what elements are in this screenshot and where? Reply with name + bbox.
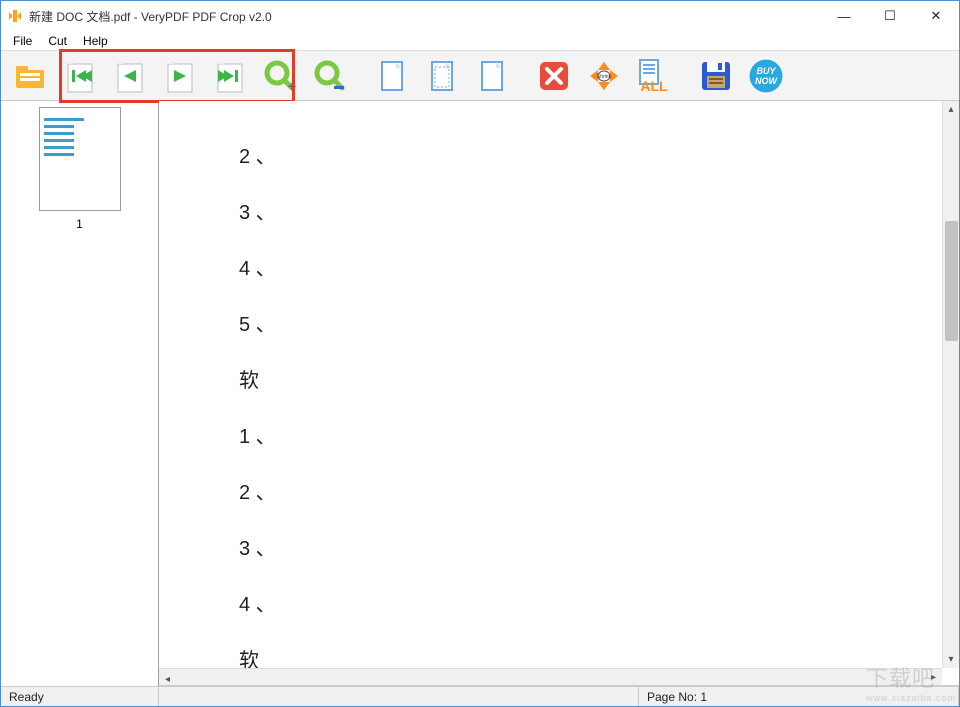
status-page: Page No: 1	[639, 687, 959, 706]
zoom-out-icon	[312, 58, 348, 94]
doc-line: 2 、	[239, 467, 879, 519]
next-page-button[interactable]	[157, 54, 203, 98]
status-spacer	[159, 687, 639, 706]
doc-line: 软	[239, 355, 879, 407]
menu-help[interactable]: Help	[75, 32, 116, 50]
zoom-in-button[interactable]: +	[257, 54, 303, 98]
svg-text:+: +	[288, 78, 296, 94]
scroll-up-icon[interactable]: ▴	[943, 101, 959, 118]
minimize-button[interactable]: —	[821, 1, 867, 31]
viewer-scroll-area[interactable]: 2 、 3 、 4 、 5 、 软 1 、 2 、 3 、 4 、 软 ▴ ▾	[159, 101, 959, 686]
close-button[interactable]: ✕	[913, 1, 959, 31]
doc-line: 5 、	[239, 299, 879, 351]
scroll-down-icon[interactable]: ▾	[943, 651, 959, 668]
document-viewer: 2 、 3 、 4 、 5 、 软 1 、 2 、 3 、 4 、 软 ▴ ▾	[159, 101, 959, 686]
svg-text:NOW: NOW	[755, 76, 779, 86]
doc-line: 4 、	[239, 579, 879, 631]
zoom-out-button[interactable]	[307, 54, 353, 98]
svg-text:ALL: ALL	[640, 78, 668, 94]
titlebar: 新建 DOC 文档.pdf - VeryPDF PDF Crop v2.0 — …	[1, 1, 959, 31]
horizontal-scrollbar[interactable]: ◂ ▸	[159, 668, 942, 685]
last-page-icon	[212, 58, 248, 94]
save-icon	[698, 58, 734, 94]
vertical-scrollbar[interactable]: ▴ ▾	[942, 101, 959, 668]
crop-mode-2-button[interactable]	[419, 54, 465, 98]
doc-line: 3 、	[239, 187, 879, 239]
buy-now-button[interactable]: BUYNOW	[743, 54, 789, 98]
thumbnail-label: 1	[76, 217, 83, 231]
last-page-button[interactable]	[207, 54, 253, 98]
app-icon	[7, 8, 23, 24]
menu-file[interactable]: File	[5, 32, 40, 50]
prev-page-button[interactable]	[107, 54, 153, 98]
save-button[interactable]	[693, 54, 739, 98]
maximize-button[interactable]: ☐	[867, 1, 913, 31]
page-content: 2 、 3 、 4 、 5 、 软 1 、 2 、 3 、 4 、 软	[159, 101, 959, 686]
scroll-thumb[interactable]	[945, 221, 958, 341]
crop-mode-1-button[interactable]	[369, 54, 415, 98]
window-title: 新建 DOC 文档.pdf - VeryPDF PDF Crop v2.0	[29, 8, 821, 25]
scroll-right-icon[interactable]: ▸	[925, 669, 942, 686]
menu-cut[interactable]: Cut	[40, 32, 75, 50]
statusbar: Ready Page No: 1	[1, 686, 959, 706]
doc-line: 3 、	[239, 523, 879, 575]
toolbar: + Shrink ALL	[1, 51, 959, 101]
doc-line: 2 、	[239, 131, 879, 183]
thumbnail-preview	[44, 118, 116, 156]
crop-mode-3-button[interactable]	[469, 54, 515, 98]
delete-icon	[536, 58, 572, 94]
svg-text:BUY: BUY	[756, 66, 776, 76]
window-controls: — ☐ ✕	[821, 1, 959, 31]
page-blank-icon	[474, 58, 510, 94]
shrink-icon: Shrink	[586, 58, 622, 94]
first-page-icon	[62, 58, 98, 94]
doc-line: 1 、	[239, 411, 879, 463]
all-pages-icon: ALL	[634, 58, 674, 94]
menubar: File Cut Help	[1, 31, 959, 51]
page-border-icon	[424, 58, 460, 94]
workspace: 1 2 、 3 、 4 、 5 、 软 1 、 2 、 3 、 4 、 软 ▴	[1, 101, 959, 686]
status-ready: Ready	[1, 687, 159, 706]
buy-now-icon: BUYNOW	[746, 56, 786, 96]
prev-page-icon	[112, 58, 148, 94]
open-button[interactable]	[7, 54, 53, 98]
doc-line: 4 、	[239, 243, 879, 295]
page-icon	[374, 58, 410, 94]
next-page-icon	[162, 58, 198, 94]
zoom-in-icon: +	[262, 58, 298, 94]
app-window: 新建 DOC 文档.pdf - VeryPDF PDF Crop v2.0 — …	[0, 0, 960, 707]
first-page-button[interactable]	[57, 54, 103, 98]
all-pages-button[interactable]: ALL	[631, 54, 677, 98]
delete-button[interactable]	[531, 54, 577, 98]
thumbnail-page-1[interactable]	[39, 107, 121, 211]
open-folder-icon	[12, 58, 48, 94]
svg-text:Shrink: Shrink	[597, 74, 612, 80]
thumbnail-pane: 1	[1, 101, 159, 686]
shrink-button[interactable]: Shrink	[581, 54, 627, 98]
scroll-left-icon[interactable]: ◂	[159, 671, 176, 686]
